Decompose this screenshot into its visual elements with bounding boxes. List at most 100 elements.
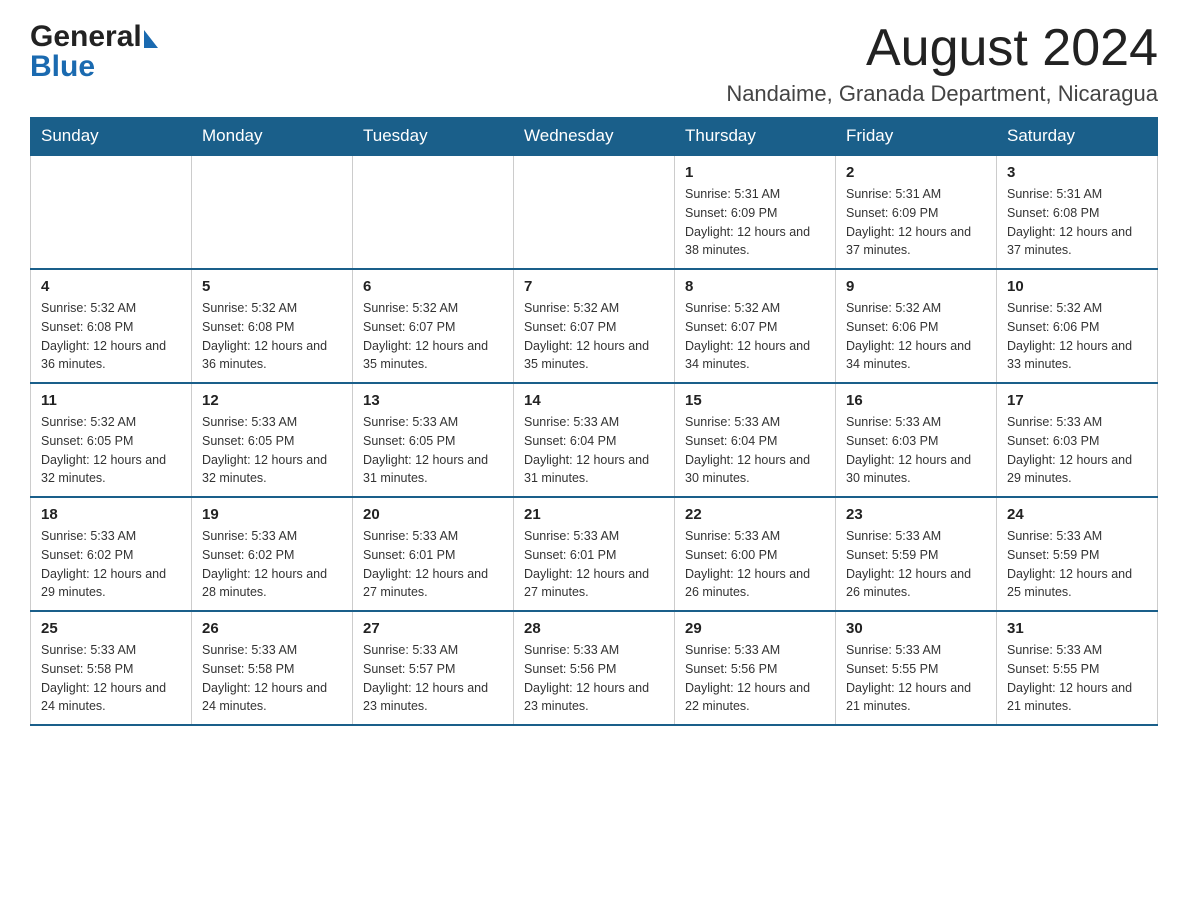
day-info: Sunrise: 5:33 AM Sunset: 6:03 PM Dayligh… xyxy=(1007,413,1147,488)
day-info: Sunrise: 5:33 AM Sunset: 6:05 PM Dayligh… xyxy=(202,413,342,488)
calendar-day-cell: 24 Sunrise: 5:33 AM Sunset: 5:59 PM Dayli… xyxy=(997,497,1158,611)
day-number: 7 xyxy=(524,278,664,295)
day-number: 15 xyxy=(685,392,825,409)
calendar-day-cell: 31 Sunrise: 5:33 AM Sunset: 5:55 PM Dayli… xyxy=(997,611,1158,725)
day-number: 24 xyxy=(1007,506,1147,523)
day-info: Sunrise: 5:33 AM Sunset: 5:55 PM Dayligh… xyxy=(846,641,986,716)
day-number: 31 xyxy=(1007,620,1147,637)
day-number: 16 xyxy=(846,392,986,409)
logo-arrow-icon xyxy=(144,30,158,48)
day-info: Sunrise: 5:33 AM Sunset: 5:55 PM Dayligh… xyxy=(1007,641,1147,716)
day-info: Sunrise: 5:33 AM Sunset: 5:56 PM Dayligh… xyxy=(685,641,825,716)
calendar-day-cell: 2 Sunrise: 5:31 AM Sunset: 6:09 PM Daylig… xyxy=(836,155,997,269)
day-info: Sunrise: 5:33 AM Sunset: 6:04 PM Dayligh… xyxy=(685,413,825,488)
month-year-title: August 2024 xyxy=(726,20,1158,77)
day-number: 20 xyxy=(363,506,503,523)
calendar-day-cell: 30 Sunrise: 5:33 AM Sunset: 5:55 PM Dayli… xyxy=(836,611,997,725)
day-of-week-header: Thursday xyxy=(675,118,836,156)
title-area: August 2024 Nandaime, Granada Department… xyxy=(726,20,1158,107)
calendar-day-cell: 9Sunrise: 5:32 AM Sunset: 6:06 PM Daylig… xyxy=(836,269,997,383)
day-info: Sunrise: 5:32 AM Sunset: 6:08 PM Dayligh… xyxy=(202,299,342,374)
calendar-day-cell: 29 Sunrise: 5:33 AM Sunset: 5:56 PM Dayli… xyxy=(675,611,836,725)
day-of-week-header: Monday xyxy=(192,118,353,156)
calendar-day-cell: 4 Sunrise: 5:32 AM Sunset: 6:08 PM Daylig… xyxy=(31,269,192,383)
calendar-day-cell: 14Sunrise: 5:33 AM Sunset: 6:04 PM Dayli… xyxy=(514,383,675,497)
day-info: Sunrise: 5:33 AM Sunset: 6:04 PM Dayligh… xyxy=(524,413,664,488)
day-number: 28 xyxy=(524,620,664,637)
calendar-day-cell: 17 Sunrise: 5:33 AM Sunset: 6:03 PM Dayli… xyxy=(997,383,1158,497)
day-info: Sunrise: 5:31 AM Sunset: 6:09 PM Dayligh… xyxy=(685,185,825,260)
calendar-day-cell: 25Sunrise: 5:33 AM Sunset: 5:58 PM Dayli… xyxy=(31,611,192,725)
calendar-header-row: SundayMondayTuesdayWednesdayThursdayFrid… xyxy=(31,118,1158,156)
day-of-week-header: Friday xyxy=(836,118,997,156)
day-number: 11 xyxy=(41,392,181,409)
day-info: Sunrise: 5:33 AM Sunset: 5:56 PM Dayligh… xyxy=(524,641,664,716)
day-number: 13 xyxy=(363,392,503,409)
day-number: 18 xyxy=(41,506,181,523)
calendar-day-cell: 18 Sunrise: 5:33 AM Sunset: 6:02 PM Dayli… xyxy=(31,497,192,611)
day-info: Sunrise: 5:32 AM Sunset: 6:06 PM Dayligh… xyxy=(846,299,986,374)
day-number: 30 xyxy=(846,620,986,637)
day-info: Sunrise: 5:32 AM Sunset: 6:07 PM Dayligh… xyxy=(363,299,503,374)
page-header: General Blue August 2024 Nandaime, Grana… xyxy=(30,20,1158,107)
day-info: Sunrise: 5:32 AM Sunset: 6:07 PM Dayligh… xyxy=(685,299,825,374)
day-info: Sunrise: 5:33 AM Sunset: 6:00 PM Dayligh… xyxy=(685,527,825,602)
calendar-day-cell: 19Sunrise: 5:33 AM Sunset: 6:02 PM Dayli… xyxy=(192,497,353,611)
day-info: Sunrise: 5:32 AM Sunset: 6:07 PM Dayligh… xyxy=(524,299,664,374)
day-number: 12 xyxy=(202,392,342,409)
day-number: 4 xyxy=(41,278,181,295)
day-number: 2 xyxy=(846,164,986,181)
calendar-day-cell: 26 Sunrise: 5:33 AM Sunset: 5:58 PM Dayli… xyxy=(192,611,353,725)
calendar-day-cell xyxy=(192,155,353,269)
calendar-day-cell: 28 Sunrise: 5:33 AM Sunset: 5:56 PM Dayli… xyxy=(514,611,675,725)
calendar-day-cell xyxy=(353,155,514,269)
calendar-day-cell: 21Sunrise: 5:33 AM Sunset: 6:01 PM Dayli… xyxy=(514,497,675,611)
day-info: Sunrise: 5:33 AM Sunset: 5:59 PM Dayligh… xyxy=(1007,527,1147,602)
day-info: Sunrise: 5:31 AM Sunset: 6:09 PM Dayligh… xyxy=(846,185,986,260)
day-info: Sunrise: 5:32 AM Sunset: 6:08 PM Dayligh… xyxy=(41,299,181,374)
calendar-week-row: 18 Sunrise: 5:33 AM Sunset: 6:02 PM Dayli… xyxy=(31,497,1158,611)
calendar-week-row: 1Sunrise: 5:31 AM Sunset: 6:09 PM Daylig… xyxy=(31,155,1158,269)
day-number: 26 xyxy=(202,620,342,637)
calendar-day-cell: 10Sunrise: 5:32 AM Sunset: 6:06 PM Dayli… xyxy=(997,269,1158,383)
day-info: Sunrise: 5:33 AM Sunset: 6:02 PM Dayligh… xyxy=(202,527,342,602)
day-number: 10 xyxy=(1007,278,1147,295)
day-number: 6 xyxy=(363,278,503,295)
calendar-day-cell: 3Sunrise: 5:31 AM Sunset: 6:08 PM Daylig… xyxy=(997,155,1158,269)
day-info: Sunrise: 5:33 AM Sunset: 5:59 PM Dayligh… xyxy=(846,527,986,602)
calendar-week-row: 4 Sunrise: 5:32 AM Sunset: 6:08 PM Daylig… xyxy=(31,269,1158,383)
logo: General Blue xyxy=(30,20,158,84)
location-subtitle: Nandaime, Granada Department, Nicaragua xyxy=(726,81,1158,107)
day-info: Sunrise: 5:33 AM Sunset: 6:01 PM Dayligh… xyxy=(524,527,664,602)
calendar-day-cell: 7 Sunrise: 5:32 AM Sunset: 6:07 PM Daylig… xyxy=(514,269,675,383)
day-of-week-header: Saturday xyxy=(997,118,1158,156)
calendar-day-cell: 8 Sunrise: 5:32 AM Sunset: 6:07 PM Daylig… xyxy=(675,269,836,383)
calendar-day-cell xyxy=(31,155,192,269)
day-info: Sunrise: 5:33 AM Sunset: 6:02 PM Dayligh… xyxy=(41,527,181,602)
day-number: 29 xyxy=(685,620,825,637)
calendar-day-cell: 12 Sunrise: 5:33 AM Sunset: 6:05 PM Dayli… xyxy=(192,383,353,497)
day-info: Sunrise: 5:33 AM Sunset: 6:01 PM Dayligh… xyxy=(363,527,503,602)
day-number: 22 xyxy=(685,506,825,523)
calendar-day-cell: 27 Sunrise: 5:33 AM Sunset: 5:57 PM Dayli… xyxy=(353,611,514,725)
calendar-table: SundayMondayTuesdayWednesdayThursdayFrid… xyxy=(30,117,1158,726)
calendar-day-cell: 6 Sunrise: 5:32 AM Sunset: 6:07 PM Daylig… xyxy=(353,269,514,383)
day-info: Sunrise: 5:33 AM Sunset: 5:57 PM Dayligh… xyxy=(363,641,503,716)
day-number: 3 xyxy=(1007,164,1147,181)
day-number: 27 xyxy=(363,620,503,637)
logo-general-text: General xyxy=(30,20,142,54)
calendar-day-cell: 20 Sunrise: 5:33 AM Sunset: 6:01 PM Dayli… xyxy=(353,497,514,611)
day-number: 5 xyxy=(202,278,342,295)
day-number: 17 xyxy=(1007,392,1147,409)
day-number: 8 xyxy=(685,278,825,295)
calendar-week-row: 25Sunrise: 5:33 AM Sunset: 5:58 PM Dayli… xyxy=(31,611,1158,725)
calendar-day-cell: 23 Sunrise: 5:33 AM Sunset: 5:59 PM Dayli… xyxy=(836,497,997,611)
logo-blue-text: Blue xyxy=(30,50,95,84)
day-number: 23 xyxy=(846,506,986,523)
calendar-day-cell: 16Sunrise: 5:33 AM Sunset: 6:03 PM Dayli… xyxy=(836,383,997,497)
calendar-day-cell xyxy=(514,155,675,269)
day-info: Sunrise: 5:32 AM Sunset: 6:05 PM Dayligh… xyxy=(41,413,181,488)
day-info: Sunrise: 5:33 AM Sunset: 6:05 PM Dayligh… xyxy=(363,413,503,488)
calendar-day-cell: 5 Sunrise: 5:32 AM Sunset: 6:08 PM Daylig… xyxy=(192,269,353,383)
day-info: Sunrise: 5:33 AM Sunset: 5:58 PM Dayligh… xyxy=(202,641,342,716)
